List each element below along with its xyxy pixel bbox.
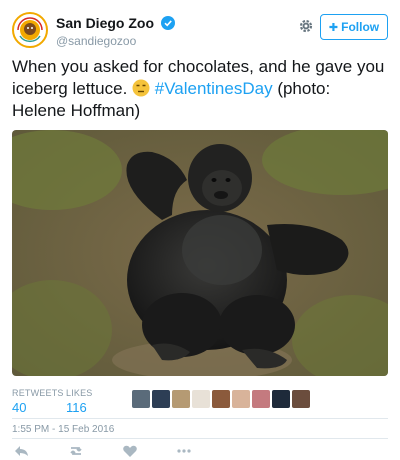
follow-button[interactable]: ✚ Follow bbox=[320, 14, 388, 40]
handle[interactable]: @sandiegozoo bbox=[56, 34, 175, 48]
liker-avatar[interactable] bbox=[252, 390, 270, 408]
tweet-photo[interactable] bbox=[12, 130, 388, 376]
retweet-icon[interactable] bbox=[68, 444, 84, 458]
liker-avatar[interactable] bbox=[192, 390, 210, 408]
liker-avatar[interactable] bbox=[292, 390, 310, 408]
author-info: San Diego Zoo @sandiegozoo bbox=[56, 14, 176, 48]
verified-badge-icon bbox=[161, 15, 176, 30]
timestamp[interactable]: 1:55 PM - 15 Feb 2016 bbox=[12, 424, 114, 435]
liker-avatar[interactable] bbox=[212, 390, 230, 408]
heart-icon[interactable] bbox=[122, 444, 138, 458]
likes-stat[interactable]: LIKES 116 bbox=[66, 388, 93, 415]
likes-label: LIKES bbox=[66, 388, 93, 398]
add-user-icon: ✚ bbox=[328, 21, 339, 34]
liker-avatars bbox=[132, 390, 310, 408]
avatar[interactable] bbox=[12, 12, 48, 48]
retweets-stat[interactable]: RETWEETS 40 bbox=[12, 388, 64, 415]
retweets-count: 40 bbox=[12, 400, 27, 415]
liker-avatar[interactable] bbox=[232, 390, 250, 408]
divider bbox=[12, 438, 388, 439]
liker-avatar[interactable] bbox=[272, 390, 290, 408]
divider bbox=[12, 418, 388, 419]
likes-count: 116 bbox=[66, 400, 87, 415]
tweet-text: When you asked for chocolates, and he ga… bbox=[12, 56, 388, 122]
follow-label: Follow bbox=[341, 20, 380, 34]
liker-avatar[interactable] bbox=[172, 390, 190, 408]
tweet-actions bbox=[12, 444, 388, 460]
hashtag-link[interactable]: #ValentinesDay bbox=[155, 79, 273, 98]
liker-avatar[interactable] bbox=[152, 390, 170, 408]
gear-icon[interactable] bbox=[298, 18, 314, 34]
tweet-header: San Diego Zoo @sandiegozoo ✚ Follow bbox=[12, 12, 388, 52]
more-icon[interactable] bbox=[176, 444, 192, 458]
retweets-label: RETWEETS bbox=[12, 388, 64, 398]
liker-avatar[interactable] bbox=[132, 390, 150, 408]
reply-icon[interactable] bbox=[14, 444, 30, 458]
unamused-face-emoji bbox=[132, 79, 150, 97]
display-name[interactable]: San Diego Zoo bbox=[56, 15, 154, 31]
